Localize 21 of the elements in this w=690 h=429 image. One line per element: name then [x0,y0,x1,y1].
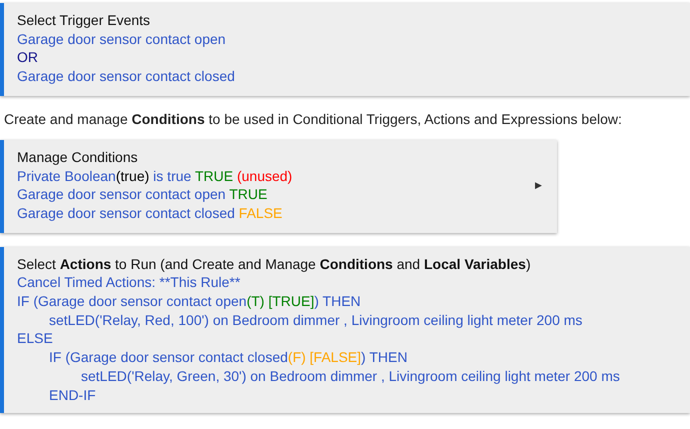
card-title: Manage Conditions [17,148,139,167]
condition-line: Garage door sensor contact open TRUE [17,185,268,204]
actions-card[interactable] [0,246,690,414]
action-line: IF (Garage door sensor contact open(T) [TRUE]) THEN [17,292,362,311]
conditions-card[interactable]: Manage Conditions Private Boolean(true) is true TRUE (unused) Garage door sensor contact open TRUE Garage door sensor contact closed FALSE ▶ [0,140,557,233]
condition-line: Private Boolean(true) is true TRUE (unused) [17,166,292,186]
intro-text: Create and manage Conditions to be used in Conditional Triggers, Actions and Expressions below: [4,110,623,128]
trigger-card[interactable]: Select Trigger Events Garage door sensor contact open OR Garage door sensor contact closed [0,3,690,96]
card-title: Select Actions to Run (and Create and Manage Conditions and Local Variables) [17,254,532,274]
expand-icon[interactable]: ▶ [535,180,542,190]
action-line: END-IF [48,386,97,404]
trigger-line: Garage door sensor contact closed [17,67,236,86]
action-line: Cancel Timed Actions: **This Rule** [17,273,242,292]
action-line: setLED('Relay, Red, 100') on Bedroom dimmer , Livingroom ceiling light meter 200 ms [48,310,584,330]
action-line: ELSE [17,329,54,348]
action-line: IF (Garage door sensor contact closed(F) [FALSE]) THEN [48,348,408,367]
trigger-line: Garage door sensor contact open [17,30,227,48]
card-title: Select Trigger Events [17,11,152,30]
action-line: setLED('Relay, Green, 30') on Bedroom dimmer , Livingroom ceiling light meter 200 ms [80,366,621,386]
condition-line: Garage door sensor contact closed FALSE [17,204,284,223]
trigger-line: OR [17,48,39,68]
